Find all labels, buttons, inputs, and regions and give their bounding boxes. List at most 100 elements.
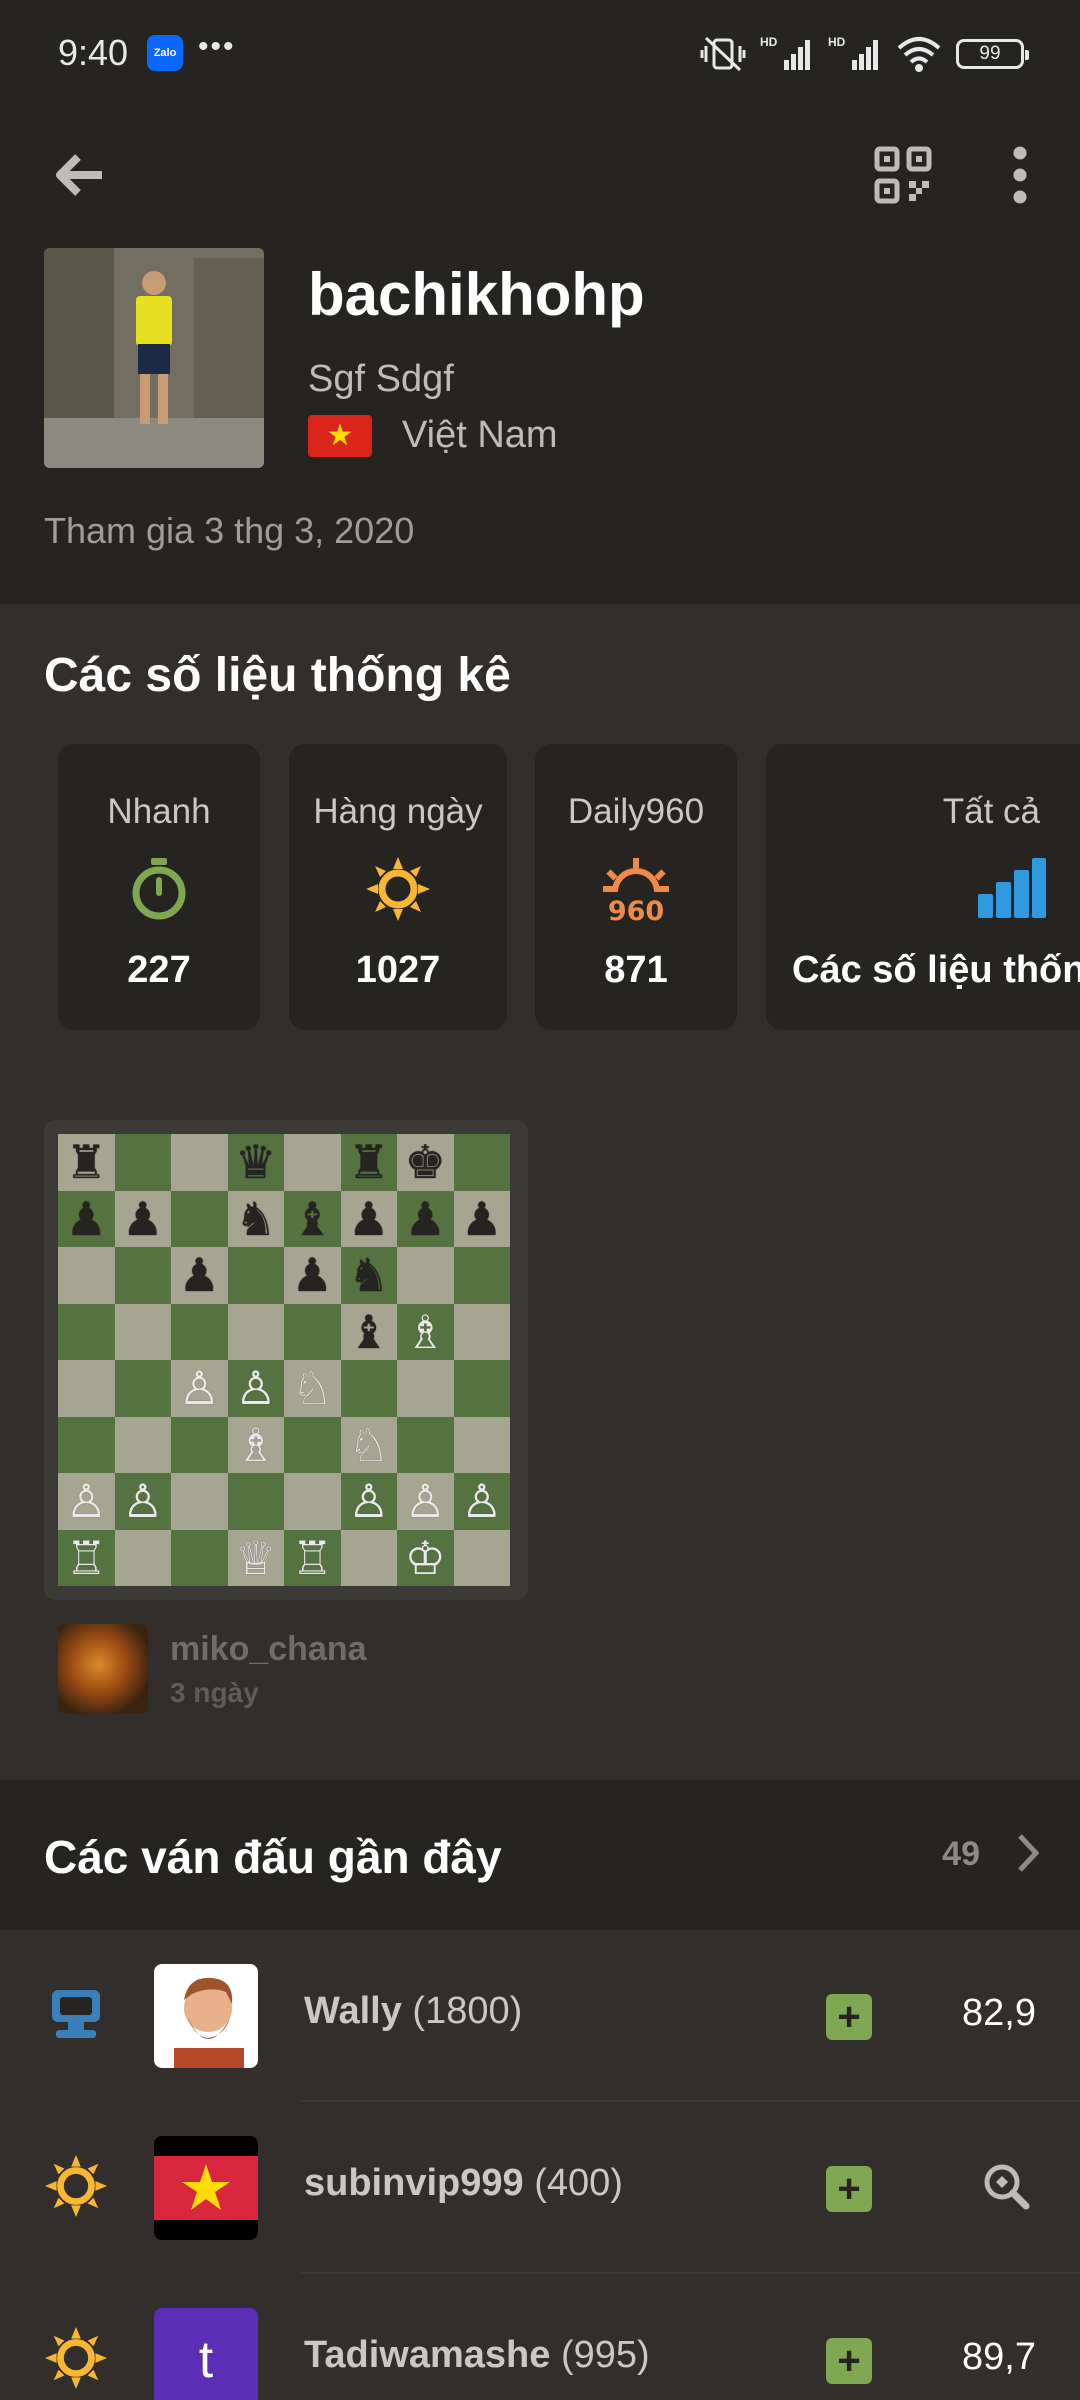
board-square: ♟	[284, 1247, 341, 1304]
board-square	[114, 1360, 171, 1417]
board-square	[284, 1303, 341, 1360]
stat-card-daily[interactable]: Hàng ngày 1027	[289, 744, 507, 1030]
vibrate-off-icon	[700, 36, 746, 72]
board-square	[114, 1247, 171, 1304]
opponent-name[interactable]: subinvip999 (400)	[304, 2162, 623, 2205]
recent-game-row[interactable]: subinvip999 (400) +	[0, 2102, 1080, 2274]
back-button[interactable]	[44, 140, 114, 210]
profile-real-name: Sgf Sdgf	[308, 358, 454, 400]
joined-date: Tham gia 3 thg 3, 2020	[44, 510, 415, 551]
chess-piece: ♙	[461, 1475, 503, 1528]
stat-card-rapid[interactable]: Nhanh 227	[58, 744, 260, 1030]
profile-avatar[interactable]	[44, 248, 264, 468]
board-square: ♟	[171, 1247, 228, 1304]
stopwatch-icon	[132, 858, 186, 920]
stat-label: Daily960	[567, 792, 705, 831]
board-square	[397, 1416, 454, 1473]
board-square: ♝	[340, 1303, 397, 1360]
status-icons: HD HD 99	[700, 32, 1029, 76]
board-square	[284, 1473, 341, 1530]
chess-piece: ♖	[291, 1531, 333, 1584]
recent-game-row[interactable]: Wally (1800) + 82,9	[0, 1930, 1080, 2102]
computer-icon	[44, 1982, 108, 2046]
recent-game-row[interactable]: t Tadiwamashe (995) + 89,7	[0, 2274, 1080, 2400]
board-square: ♜	[340, 1134, 397, 1191]
board-square: ♙	[171, 1360, 228, 1417]
board-square: ♟	[58, 1190, 115, 1247]
avatar-photo	[44, 248, 264, 468]
board-square	[284, 1134, 341, 1191]
country-name: Việt Nam	[402, 414, 558, 456]
opponent-time-left: 3 ngày	[170, 1676, 259, 1708]
board-square	[284, 1416, 341, 1473]
accuracy-value[interactable]: 82,9	[962, 1992, 1036, 2035]
win-result-icon: +	[826, 2338, 872, 2384]
board-square: ♝	[284, 1190, 341, 1247]
chess-piece: ♙	[348, 1475, 390, 1528]
board-square: ♙	[58, 1473, 115, 1530]
opponent-avatar: t	[154, 2308, 258, 2400]
chess-piece: ♖	[65, 1531, 107, 1584]
analyze-magnifier-icon[interactable]	[982, 2162, 1030, 2210]
chess-piece: ♜	[65, 1136, 107, 1189]
board-square	[453, 1360, 510, 1417]
stat-label: Hàng ngày	[313, 792, 483, 831]
recent-games-header[interactable]: Các ván đấu gần đây 49	[0, 1780, 1080, 1930]
stats-title: Các số liệu thống kê	[44, 649, 511, 702]
chess-piece: ♝	[291, 1192, 333, 1245]
chess-piece: ♟	[291, 1249, 333, 1302]
chess-piece: ♙	[65, 1475, 107, 1528]
opponent-avatar	[154, 1964, 258, 2068]
qr-code-icon	[874, 146, 932, 204]
board-square	[453, 1529, 510, 1586]
board-square: ♖	[58, 1529, 115, 1586]
chess-piece: ♙	[122, 1475, 164, 1528]
chevron-right-icon	[1018, 1834, 1040, 1872]
chess-piece: ♚	[404, 1136, 446, 1189]
board-square: ♙	[340, 1473, 397, 1530]
vietnam-flag-icon: ★	[308, 414, 372, 457]
opponent-name: miko_chana	[170, 1629, 367, 1668]
board-square: ♗	[227, 1416, 284, 1473]
board-square: ♙	[453, 1473, 510, 1530]
chess-piece: ♟	[404, 1192, 446, 1245]
board-square: ♘	[284, 1360, 341, 1417]
stat-value: 871	[604, 949, 668, 991]
more-notifications-icon: •••	[198, 30, 236, 63]
chess-piece: ♙	[178, 1362, 220, 1415]
accuracy-value[interactable]: 89,7	[962, 2336, 1036, 2379]
signal-hd-icon-2: HD	[828, 35, 878, 70]
daily-game-board[interactable]: ♜ ♛ ♜ ♚ ♟ ♟ ♞ ♝ ♟ ♟ ♟ ♟ ♟ ♞ ♝ ♗ ♙ ♙ ♘ ♗ ♘ ♙ ♙ ♙ ♙ ♙ ♖ ♕ ♖ ♔	[44, 1120, 528, 1600]
daily-game-opponent[interactable]: miko_chana 3 ngày	[58, 1624, 367, 1714]
stat-card-all[interactable]: Tất cả Các số liệu thống kê	[766, 744, 1080, 1030]
board-square: ♟	[453, 1190, 510, 1247]
win-result-icon: +	[826, 2166, 872, 2212]
recent-games-title: Các ván đấu gần đây	[44, 1831, 502, 1883]
board-square	[397, 1360, 454, 1417]
battery-icon: 99	[956, 39, 1029, 69]
chess-piece: ♟	[65, 1192, 107, 1245]
svg-text:HD: HD	[828, 35, 846, 49]
opponent-name[interactable]: Wally (1800)	[304, 1990, 522, 2033]
chess-piece: ♟	[348, 1192, 390, 1245]
board-square: ♔	[397, 1529, 454, 1586]
board-square: ♙	[114, 1473, 171, 1530]
board-square	[227, 1473, 284, 1530]
stat-card-daily960[interactable]: Daily960 960 871	[535, 744, 737, 1030]
status-bar: 9:40 Zalo ••• HD HD 99	[0, 0, 1080, 110]
board-square: ♙	[227, 1360, 284, 1417]
board-square	[340, 1360, 397, 1417]
chess-piece: ♞	[348, 1249, 390, 1302]
board-square	[171, 1529, 228, 1586]
qr-code-button[interactable]	[868, 140, 938, 210]
board-square	[227, 1247, 284, 1304]
opponent-name[interactable]: Tadiwamashe (995)	[304, 2334, 650, 2377]
board-square	[171, 1190, 228, 1247]
win-result-icon: +	[826, 1994, 872, 2040]
chess-piece: ♗	[235, 1418, 277, 1471]
stat-value: Các số liệu thống kê	[792, 949, 1080, 991]
board-square: ♖	[284, 1529, 341, 1586]
sun-icon	[44, 2154, 108, 2218]
back-arrow-icon	[56, 154, 102, 196]
more-options-button[interactable]	[985, 140, 1055, 210]
